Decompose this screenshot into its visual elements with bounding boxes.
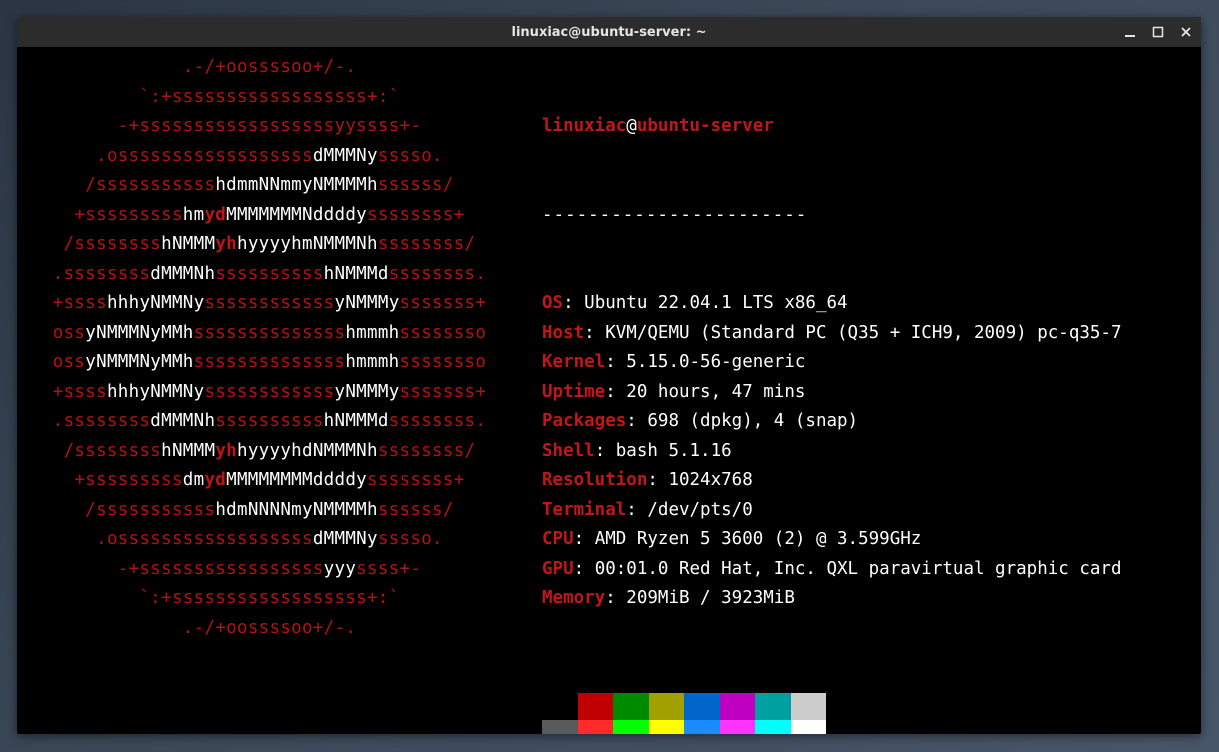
window-titlebar[interactable]: linuxiac@ubuntu-server: ~ [17,17,1201,47]
maximize-button[interactable] [1151,25,1165,39]
color-swatch [578,693,614,720]
color-swatch [791,693,827,720]
color-swatch [578,720,614,735]
system-info: linuxiac@ubuntu-server -----------------… [542,53,1122,734]
close-button[interactable] [1179,25,1193,39]
color-swatch [684,693,720,720]
terminal-body[interactable]: .-/+oossssoo+/-.`:+ssssssssssssssssss+:`… [17,47,1201,734]
window-title: linuxiac@ubuntu-server: ~ [17,25,1201,40]
user-host-line: linuxiac@ubuntu-server [542,112,1122,142]
color-swatch [720,693,756,720]
terminal-window: linuxiac@ubuntu-server: ~ .-/+oossssoo+/… [17,17,1201,734]
color-swatch [613,720,649,735]
info-line-os: OS: Ubuntu 22.04.1 LTS x86_64 [542,289,1122,319]
info-line-resolution: Resolution: 1024x768 [542,466,1122,496]
info-line-uptime: Uptime: 20 hours, 47 mins [542,378,1122,408]
color-swatch [755,720,791,735]
color-swatch [791,720,827,735]
info-line-shell: Shell: bash 5.1.16 [542,437,1122,467]
info-line-memory: Memory: 209MiB / 3923MiB [542,584,1122,614]
info-line-kernel: Kernel: 5.15.0-56-generic [542,348,1122,378]
info-line-packages: Packages: 698 (dpkg), 4 (snap) [542,407,1122,437]
color-swatch [542,720,578,735]
color-swatch [720,720,756,735]
color-swatch [684,720,720,735]
info-line-gpu: GPU: 00:01.0 Red Hat, Inc. QXL paravirtu… [542,555,1122,585]
info-line-host: Host: KVM/QEMU (Standard PC (Q35 + ICH9,… [542,319,1122,349]
color-palette [542,693,1122,735]
color-swatch [649,693,685,720]
ascii-logo: .-/+oossssoo+/-.`:+ssssssssssssssssss+:`… [17,53,522,643]
window-controls [1123,17,1193,47]
info-line-terminal: Terminal: /dev/pts/0 [542,496,1122,526]
separator: ----------------------- [542,201,1122,231]
color-swatch [542,693,578,720]
color-swatch [755,693,791,720]
info-line-cpu: CPU: AMD Ryzen 5 3600 (2) @ 3.599GHz [542,525,1122,555]
color-swatch [613,693,649,720]
minimize-button[interactable] [1123,25,1137,39]
color-swatch [649,720,685,735]
neofetch-output: .-/+oossssoo+/-.`:+ssssssssssssssssss+:`… [17,53,1201,734]
